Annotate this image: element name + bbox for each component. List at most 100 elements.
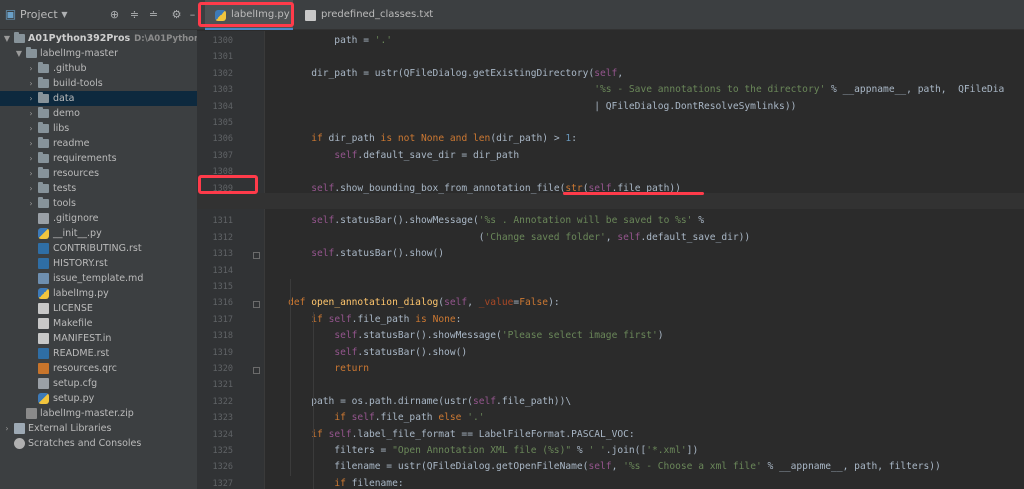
code-line[interactable]: self.statusBar().show() xyxy=(265,246,444,262)
code-line[interactable]: return xyxy=(265,361,369,377)
chevron-right-icon[interactable]: › xyxy=(26,76,36,91)
line-number: 1324 xyxy=(212,429,233,440)
code-line[interactable]: if filename: xyxy=(265,476,403,489)
tree-external-libraries[interactable]: › External Libraries xyxy=(0,421,197,436)
line-number: 1318 xyxy=(212,331,233,342)
code-line[interactable]: if dir_path is not None and len(dir_path… xyxy=(265,131,577,147)
tree-scratches-consoles[interactable]: Scratches and Consoles xyxy=(0,436,197,451)
annotation-box-line-number xyxy=(198,175,258,194)
zip-file-icon xyxy=(26,408,37,419)
fold-marker-icon[interactable] xyxy=(253,301,260,309)
folder-icon xyxy=(38,62,49,73)
tree-folder-build-tools[interactable]: › build-tools xyxy=(0,76,197,91)
collapse-all-icon[interactable]: ≐ xyxy=(147,8,160,21)
tree-file-contributing[interactable]: CONTRIBUTING.rst xyxy=(0,241,197,256)
tree-folder-labelimg-master[interactable]: ▼ labelImg-master xyxy=(0,46,197,61)
tree-folder-readme[interactable]: › readme xyxy=(0,136,197,151)
tab-predefined-classes[interactable]: predefined_classes.txt × xyxy=(301,0,433,30)
chevron-right-icon[interactable]: › xyxy=(26,91,36,106)
tree-folder-github[interactable]: › .github xyxy=(0,61,197,76)
annotation-underline xyxy=(563,192,704,195)
chevron-down-icon[interactable]: ▼ xyxy=(14,46,24,61)
fold-marker-icon[interactable] xyxy=(253,252,260,260)
code-line[interactable]: filters = "Open Annotation XML file (%s)… xyxy=(265,443,698,459)
scratch-icon xyxy=(14,438,25,449)
line-number: 1321 xyxy=(212,380,233,391)
tree-file-setup-cfg[interactable]: setup.cfg xyxy=(0,376,197,391)
chevron-right-icon[interactable]: › xyxy=(26,166,36,181)
tree-file-manifest[interactable]: MANIFEST.in xyxy=(0,331,197,346)
tree-folder-tests[interactable]: › tests xyxy=(0,181,197,196)
code-line[interactable]: self.default_save_dir = dir_path xyxy=(265,148,519,164)
chevron-right-icon[interactable]: › xyxy=(26,196,36,211)
view-dropdown-icon[interactable]: ▼ xyxy=(58,8,71,21)
indent-guide xyxy=(290,279,292,476)
gear-icon[interactable]: ⚙ xyxy=(170,8,183,21)
chevron-right-icon[interactable]: › xyxy=(26,136,36,151)
tree-file-setup-py[interactable]: setup.py xyxy=(0,391,197,406)
code-line[interactable]: self.statusBar().showMessage('Please sel… xyxy=(265,328,663,344)
chevron-right-icon[interactable]: › xyxy=(2,421,12,436)
tree-file-license[interactable]: LICENSE xyxy=(0,301,197,316)
code-line[interactable]: if self.label_file_format == LabelFileFo… xyxy=(265,427,634,443)
code-line[interactable]: '%s - Save annotations to the directory'… xyxy=(265,82,1004,98)
line-number: 1316 xyxy=(212,298,233,309)
expand-all-icon[interactable]: ≑ xyxy=(128,8,141,21)
tree-file-gitignore[interactable]: .gitignore xyxy=(0,211,197,226)
hide-panel-icon[interactable]: – xyxy=(186,8,197,21)
code-line[interactable]: if self.file_path else '.' xyxy=(265,410,484,426)
tree-item-label: README.rst xyxy=(53,348,110,359)
tree-file-readme-rst[interactable]: README.rst xyxy=(0,346,197,361)
code-line[interactable]: if self.file_path is None: xyxy=(265,312,461,328)
locate-file-icon[interactable]: ⊕ xyxy=(108,8,121,21)
chevron-right-icon[interactable]: › xyxy=(26,61,36,76)
tree-folder-requirements[interactable]: › requirements xyxy=(0,151,197,166)
code-line[interactable]: filename = ustr(QFileDialog.getOpenFileN… xyxy=(265,459,941,475)
chevron-right-icon[interactable]: › xyxy=(26,181,36,196)
gitignore-file-icon xyxy=(38,213,49,224)
tree-item-label: LICENSE xyxy=(53,303,93,314)
fold-marker-icon[interactable] xyxy=(253,367,260,374)
tree-root[interactable]: ▼ A01Python392ProsD:\A01Python392Pros xyxy=(0,31,197,46)
close-icon[interactable]: × xyxy=(423,0,431,30)
folder-icon xyxy=(38,137,49,148)
editor-tab-bar: labelImg.py predefined_classes.txt × xyxy=(197,0,1024,30)
tree-folder-data[interactable]: › data xyxy=(0,91,197,106)
folder-icon xyxy=(38,167,49,178)
chevron-right-icon[interactable]: › xyxy=(26,121,36,136)
chevron-right-icon[interactable]: › xyxy=(26,106,36,121)
code-line[interactable]: path = '.' xyxy=(265,33,392,49)
code-line[interactable]: self.statusBar().showMessage('%s . Annot… xyxy=(265,213,704,229)
tree-file-resources-qrc[interactable]: resources.qrc xyxy=(0,361,197,376)
tree-file-issue-template[interactable]: issue_template.md xyxy=(0,271,197,286)
folder-icon xyxy=(38,107,49,118)
tree-folder-tools[interactable]: › tools xyxy=(0,196,197,211)
code-line[interactable]: ('Change saved folder', self.default_sav… xyxy=(265,230,751,246)
tree-file-init-py[interactable]: __init__.py xyxy=(0,226,197,241)
tree-folder-demo[interactable]: › demo xyxy=(0,106,197,121)
tree-file-history[interactable]: HISTORY.rst xyxy=(0,256,197,271)
tree-file-labelimg-py[interactable]: labelImg.py xyxy=(0,286,197,301)
tree-item-label: resources xyxy=(53,168,100,179)
folder-icon xyxy=(38,92,49,103)
line-number: 1315 xyxy=(212,282,233,292)
code-line[interactable]: def open_annotation_dialog(self, _value=… xyxy=(265,295,560,311)
folder-icon xyxy=(38,182,49,193)
tree-file-makefile[interactable]: Makefile xyxy=(0,316,197,331)
code-line[interactable]: dir_path = ustr(QFileDialog.getExistingD… xyxy=(265,66,623,82)
line-number: 1323 xyxy=(212,413,233,424)
line-number: 1302 xyxy=(212,68,233,79)
project-panel-title[interactable]: Project xyxy=(20,8,58,21)
code-line[interactable]: path = os.path.dirname(ustr(self.file_pa… xyxy=(265,394,571,410)
tree-item-label: setup.py xyxy=(53,393,95,404)
python-file-icon xyxy=(38,288,49,299)
chevron-down-icon[interactable]: ▼ xyxy=(2,31,12,46)
code-editor[interactable]: path = '.' dir_path = ustr(QFileDialog.g… xyxy=(265,31,1024,489)
code-line[interactable]: | QFileDialog.DontResolveSymlinks)) xyxy=(265,99,796,115)
line-number: 1314 xyxy=(212,265,233,276)
tree-folder-resources[interactable]: › resources xyxy=(0,166,197,181)
tree-file-labelimg-zip[interactable]: labelImg-master.zip xyxy=(0,406,197,421)
chevron-right-icon[interactable]: › xyxy=(26,151,36,166)
code-line[interactable]: self.statusBar().show() xyxy=(265,345,467,361)
tree-folder-libs[interactable]: › libs xyxy=(0,121,197,136)
